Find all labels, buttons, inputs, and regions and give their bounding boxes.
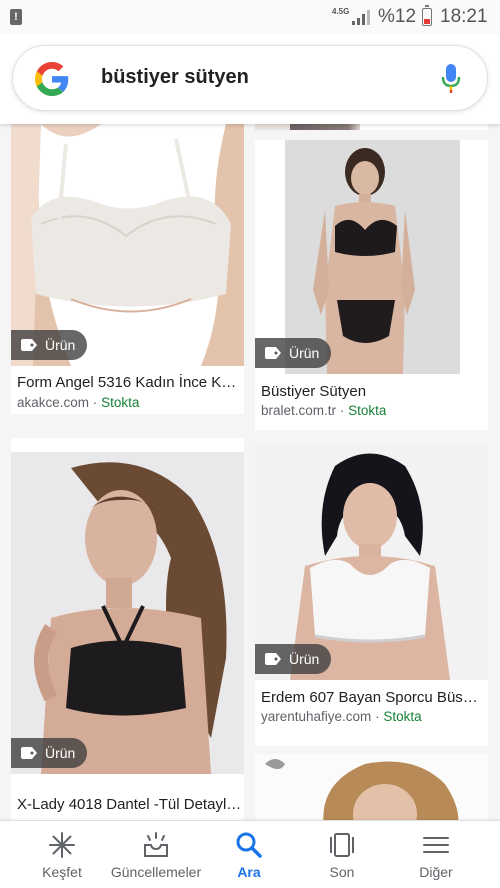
product-badge: Ürün bbox=[11, 330, 88, 360]
product-badge: Ürün bbox=[255, 338, 332, 368]
badge-label: Ürün bbox=[45, 745, 76, 761]
product-badge: Ürün bbox=[255, 644, 332, 674]
nav-label: Diğer bbox=[419, 864, 453, 880]
separator: · bbox=[92, 395, 98, 410]
badge-label: Ürün bbox=[289, 651, 320, 667]
network-type: 4.5G bbox=[332, 7, 350, 16]
tag-icon bbox=[21, 747, 37, 759]
badge-label: Ürün bbox=[45, 337, 76, 353]
product-image bbox=[255, 124, 488, 130]
search-icon bbox=[236, 832, 262, 858]
source-domain: bralet.com.tr bbox=[261, 403, 337, 418]
result-card[interactable]: Ürün X-Lady 4018 Dantel -Tül Detaylı Büs… bbox=[11, 438, 244, 820]
result-source: yarentuhafiye.com · Stokta bbox=[261, 709, 422, 724]
badge-label: Ürün bbox=[289, 345, 320, 361]
source-domain: akakce.com bbox=[17, 395, 90, 410]
battery-icon bbox=[422, 5, 432, 26]
nav-label: Ara bbox=[237, 864, 261, 880]
signal-icon bbox=[352, 9, 372, 25]
stock-status: Stokta bbox=[101, 395, 140, 410]
product-image bbox=[11, 438, 244, 774]
tag-icon bbox=[21, 339, 37, 351]
stock-status: Stokta bbox=[383, 709, 422, 724]
product-badge: Ürün bbox=[11, 738, 88, 768]
asterisk-icon bbox=[49, 832, 75, 858]
tag-icon bbox=[265, 347, 281, 359]
tag-icon bbox=[265, 653, 281, 665]
source-domain: yarentuhafiye.com bbox=[261, 709, 372, 724]
results-grid: Ürün Form Angel 5316 Kadın İnce Kap Büst… bbox=[0, 124, 500, 820]
result-title[interactable]: X-Lady 4018 Dantel -Tül Detaylı Büstiyer bbox=[17, 796, 242, 813]
separator: · bbox=[375, 709, 380, 724]
google-g-icon bbox=[35, 62, 69, 96]
nav-item-search[interactable]: Ara bbox=[199, 821, 299, 888]
result-source: bralet.com.tr · Stokta bbox=[261, 403, 386, 418]
stock-status: Stokta bbox=[348, 403, 387, 418]
recent-cards-icon bbox=[330, 833, 354, 857]
status-bar: 4.5G %12 18:21 bbox=[0, 0, 500, 34]
result-card-partial[interactable] bbox=[255, 754, 488, 820]
menu-icon bbox=[423, 837, 449, 853]
bottom-navigation: Keşfet Güncellemeler Ara Son Diğer bbox=[0, 820, 500, 888]
search-header: büstiyer sütyen bbox=[0, 34, 500, 124]
result-card[interactable]: Ürün Büstiyer Sütyen bralet.com.tr · Sto… bbox=[255, 140, 488, 430]
result-card[interactable]: Ürün Form Angel 5316 Kadın İnce Kap Büst… bbox=[11, 124, 244, 414]
clock: 18:21 bbox=[440, 6, 488, 27]
nav-item-more[interactable]: Diğer bbox=[386, 821, 486, 888]
result-title[interactable]: Erdem 607 Bayan Sporcu Büstiyer bbox=[261, 689, 481, 706]
product-image bbox=[255, 754, 488, 820]
result-source: akakce.com · Stokta bbox=[17, 395, 139, 410]
nav-label: Son bbox=[329, 864, 355, 880]
result-card[interactable]: Ürün Erdem 607 Bayan Sporcu Büstiyer yar… bbox=[255, 446, 488, 746]
result-title[interactable]: Büstiyer Sütyen bbox=[261, 383, 481, 400]
nav-label: Güncellemeler bbox=[110, 864, 202, 880]
search-box[interactable]: büstiyer sütyen bbox=[12, 45, 488, 111]
battery-percent: %12 bbox=[378, 6, 417, 27]
nav-item-recent[interactable]: Son bbox=[292, 821, 392, 888]
nav-item-updates[interactable]: Güncellemeler bbox=[106, 821, 206, 888]
separator: · bbox=[339, 403, 345, 418]
notification-alert-icon bbox=[10, 9, 22, 25]
result-title[interactable]: Form Angel 5316 Kadın İnce Kap Büstiyer bbox=[17, 374, 237, 391]
nav-label: Keşfet bbox=[42, 864, 82, 880]
inbox-icon bbox=[144, 832, 168, 857]
microphone-icon[interactable] bbox=[441, 63, 461, 95]
result-card-partial[interactable] bbox=[255, 124, 488, 130]
search-query[interactable]: büstiyer sütyen bbox=[101, 66, 249, 89]
nav-item-discover[interactable]: Keşfet bbox=[12, 821, 112, 888]
